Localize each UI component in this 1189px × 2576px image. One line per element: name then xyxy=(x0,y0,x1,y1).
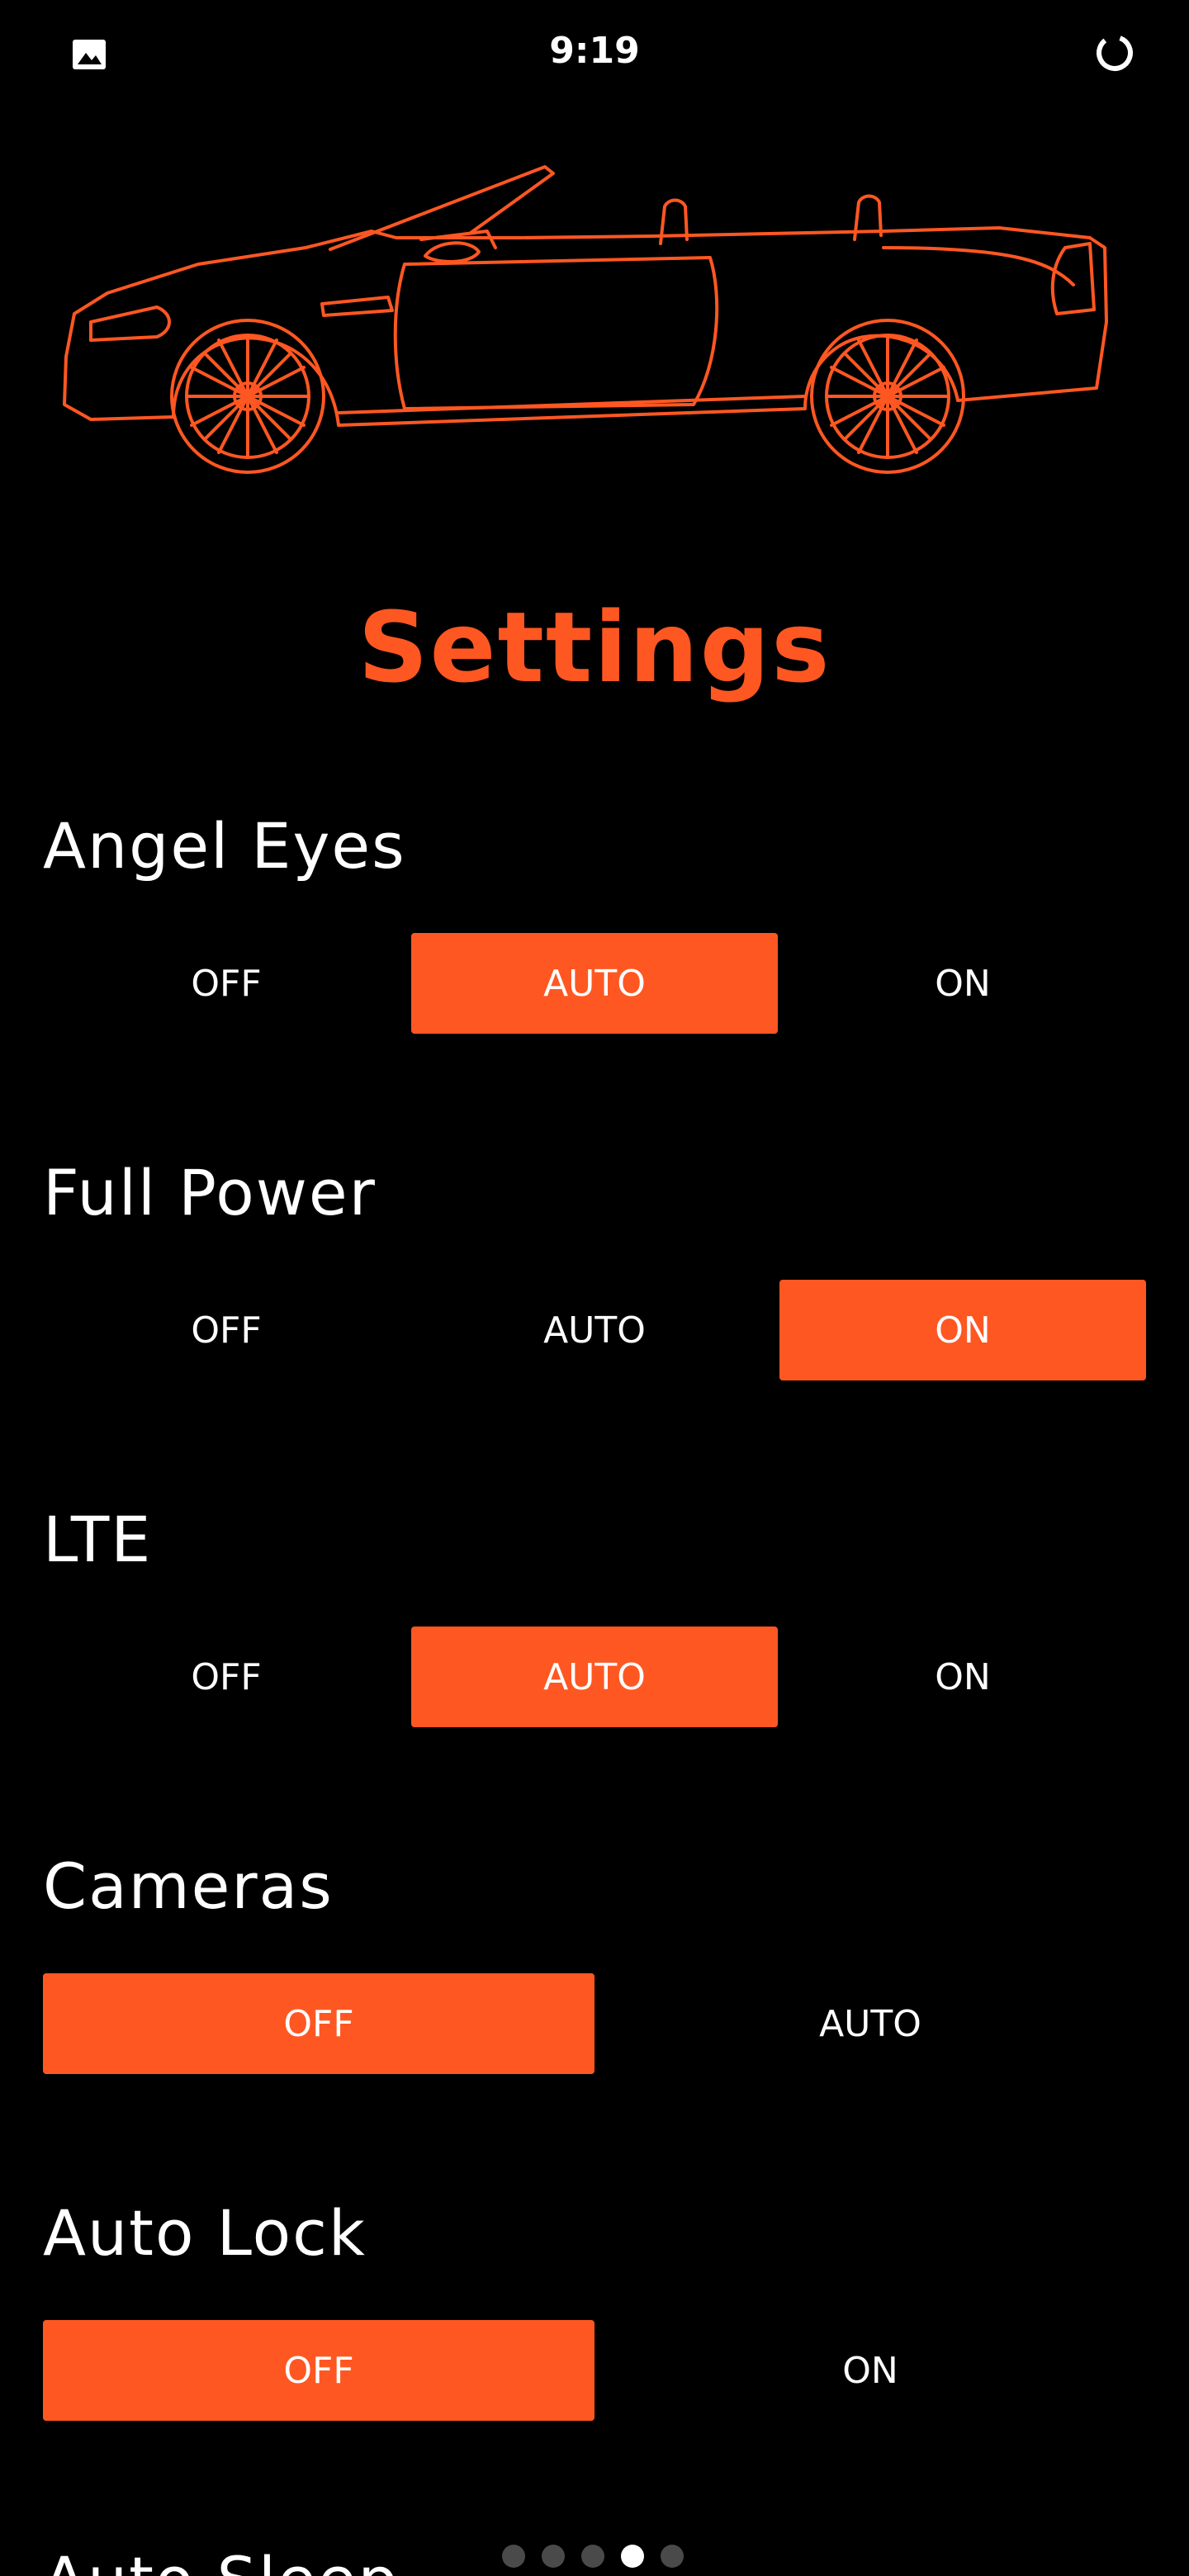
option-off-button[interactable]: OFF xyxy=(43,933,410,1034)
setting-label: LTE xyxy=(43,1503,153,1576)
page-indicator xyxy=(502,2545,684,2568)
setting-lte: LTE OFF AUTO ON xyxy=(0,1503,1189,1833)
option-on-button[interactable]: ON xyxy=(779,933,1146,1034)
setting-cameras: Cameras OFF AUTO xyxy=(0,1849,1189,2180)
setting-label: Auto Sleep xyxy=(43,2543,400,2576)
setting-angel-eyes: Angel Eyes OFF AUTO ON xyxy=(0,809,1189,1139)
option-on-button[interactable]: ON xyxy=(779,1627,1146,1727)
page-dot[interactable] xyxy=(661,2545,684,2568)
setting-auto-lock: Auto Lock OFF ON xyxy=(0,2196,1189,2526)
setting-label: Cameras xyxy=(43,1849,334,1923)
car-illustration xyxy=(63,165,1108,474)
option-off-button[interactable]: OFF xyxy=(43,1973,594,2074)
setting-full-power: Full Power OFF AUTO ON xyxy=(0,1156,1189,1486)
option-off-button[interactable]: OFF xyxy=(43,2320,594,2421)
option-on-button[interactable]: ON xyxy=(779,1280,1146,1380)
status-time: 9:19 xyxy=(549,30,640,72)
setting-label: Full Power xyxy=(43,1156,377,1229)
page-title: Settings xyxy=(358,590,831,704)
option-auto-button[interactable]: AUTO xyxy=(594,1973,1146,2074)
option-auto-button[interactable]: AUTO xyxy=(411,1280,778,1380)
option-off-button[interactable]: OFF xyxy=(43,1280,410,1380)
loading-ring-icon xyxy=(1097,35,1133,71)
setting-label: Angel Eyes xyxy=(43,809,406,883)
page-dot[interactable] xyxy=(502,2545,525,2568)
option-auto-button[interactable]: AUTO xyxy=(411,933,778,1034)
status-bar: 9:19 xyxy=(0,0,1189,107)
option-off-button[interactable]: OFF xyxy=(43,1627,410,1727)
page-dot[interactable] xyxy=(581,2545,604,2568)
setting-label: Auto Lock xyxy=(43,2196,367,2270)
page-dot[interactable] xyxy=(542,2545,565,2568)
page-dot-current[interactable] xyxy=(621,2545,644,2568)
option-auto-button[interactable]: AUTO xyxy=(411,1627,778,1727)
option-on-button[interactable]: ON xyxy=(594,2320,1146,2421)
